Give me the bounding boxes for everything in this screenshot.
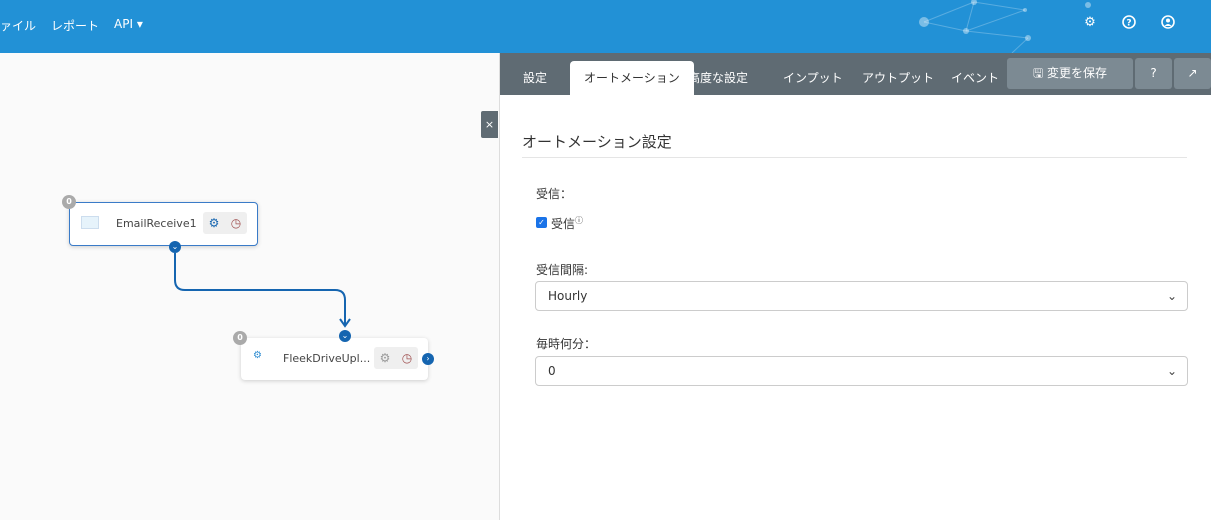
tab-advanced[interactable]: 高度な設定 [674, 61, 762, 95]
chevron-down-icon: ⌄ [1166, 289, 1177, 303]
help-button[interactable]: ? [1135, 58, 1172, 89]
chevron-down-icon[interactable]: ⌄ [169, 241, 181, 253]
tab-bar: 設定 オートメーション 高度な設定 インプット アウトプット イベント 🖫 変更… [500, 53, 1211, 95]
interval-select[interactable]: Hourly ⌄ [535, 281, 1188, 311]
user-icon[interactable] [1160, 15, 1176, 31]
nav-file[interactable]: ァイル [0, 17, 36, 34]
external-link-icon: ↗ [1187, 66, 1198, 80]
node-fleekdrive-upload[interactable]: ⚙ FleekDriveUpl... ⚙ ◷ [241, 338, 428, 380]
save-icon: 🖫 [1032, 66, 1044, 80]
workflow-canvas[interactable]: EmailReceive1 ⚙ ◷ 0 ⌄ ⚙ FleekDriveUpl... … [0, 53, 499, 520]
tab-input[interactable]: インプット [769, 61, 857, 95]
open-external-button[interactable]: ↗ [1174, 58, 1211, 89]
caret-down-icon: ▾ [136, 17, 143, 31]
save-button[interactable]: 🖫 変更を保存 [1007, 58, 1133, 89]
interval-value: Hourly [548, 289, 588, 303]
receive-checkbox-label: 受信ⓘ [551, 215, 583, 232]
nav-api[interactable]: API ▾ [114, 17, 143, 31]
close-panel-button[interactable]: × [481, 111, 498, 138]
interval-label: 受信間隔: [536, 263, 589, 277]
gear-icon[interactable]: ⚙ [203, 212, 225, 234]
tab-output[interactable]: アウトプット [848, 61, 948, 95]
minute-select[interactable]: 0 ⌄ [535, 356, 1188, 386]
gear-icon[interactable]: ⚙ [374, 347, 396, 369]
node-label: FleekDriveUpl... [283, 352, 371, 365]
top-navbar: ァイル レポート API ▾ ⚙ ? [0, 0, 1211, 53]
gear-icon[interactable]: ⚙ [1082, 15, 1098, 31]
info-icon[interactable]: ⓘ [575, 216, 583, 225]
chevron-down-icon: ⌄ [1166, 364, 1177, 378]
node-label: EmailReceive1 [116, 217, 197, 230]
section-heading: オートメーション設定 [522, 133, 672, 151]
nav-report[interactable]: レポート [51, 17, 99, 34]
connector-line [174, 253, 351, 328]
settings-panel: 設定 オートメーション 高度な設定 インプット アウトプット イベント 🖫 変更… [499, 53, 1211, 520]
tab-settings[interactable]: 設定 [509, 61, 561, 95]
clock-icon[interactable]: ◷ [396, 347, 418, 369]
svg-text:?: ? [1126, 19, 1131, 29]
help-icon: ? [1150, 66, 1157, 80]
fleekdrive-icon: ⚙ [253, 350, 262, 361]
nav-api-label: API [114, 17, 133, 31]
minute-value: 0 [548, 364, 556, 378]
chevron-down-icon[interactable]: ⌄ [339, 330, 351, 342]
node-count-badge: 0 [233, 331, 247, 345]
divider [522, 157, 1187, 158]
clock-icon[interactable]: ◷ [225, 212, 247, 234]
chevron-right-icon[interactable]: › [422, 353, 434, 365]
tab-event[interactable]: イベント [937, 61, 1013, 95]
email-icon [81, 216, 99, 229]
help-icon[interactable]: ? [1121, 15, 1137, 31]
node-email-receive[interactable]: EmailReceive1 ⚙ ◷ [69, 202, 258, 246]
receive-label: 受信： [536, 187, 573, 201]
receive-checkbox[interactable]: ✓ [536, 217, 547, 228]
node-count-badge: 0 [62, 195, 76, 209]
checkbox-text: 受信 [551, 217, 576, 231]
minute-label: 毎時何分： [536, 337, 597, 351]
save-label: 変更を保存 [1047, 66, 1108, 80]
